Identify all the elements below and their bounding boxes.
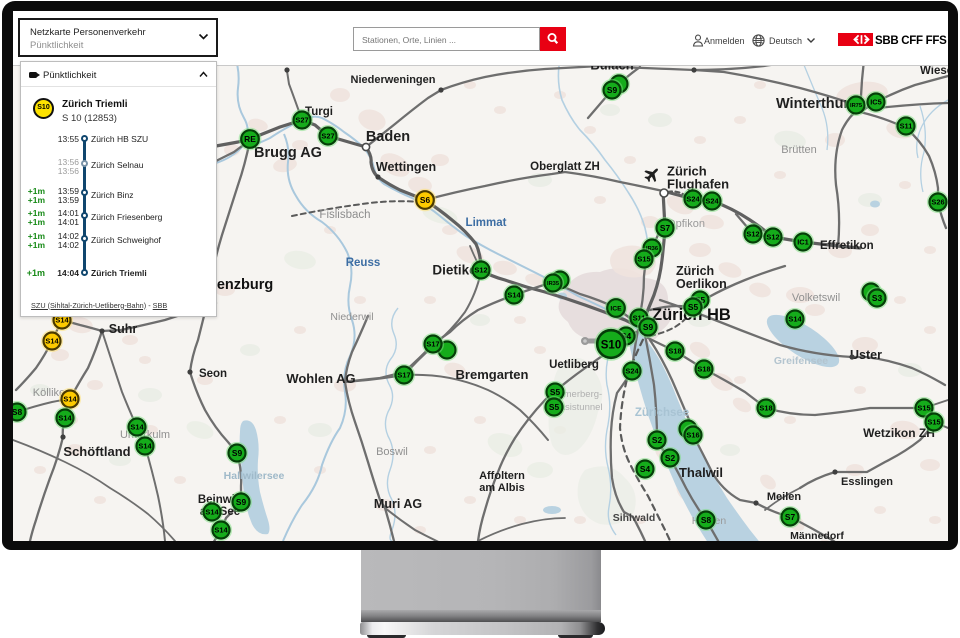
svg-text:S26: S26 xyxy=(931,198,944,207)
svg-text:S12: S12 xyxy=(474,266,487,275)
svg-text:S2: S2 xyxy=(665,453,676,463)
svg-text:Oberglatt ZH: Oberglatt ZH xyxy=(530,161,600,173)
svg-text:IC1: IC1 xyxy=(797,238,809,247)
svg-text:Wettingen: Wettingen xyxy=(376,160,436,174)
svg-text:Meilen: Meilen xyxy=(767,491,802,503)
svg-text:S10: S10 xyxy=(601,340,621,352)
svg-text:S5: S5 xyxy=(688,302,699,312)
svg-text:Suhr: Suhr xyxy=(109,322,138,336)
svg-text:Niederweningen: Niederweningen xyxy=(351,74,436,86)
svg-text:Bülach: Bülach xyxy=(590,66,633,73)
svg-text:S14: S14 xyxy=(45,337,59,346)
svg-text:Seon: Seon xyxy=(199,368,227,380)
svg-text:Zürichsee: Zürichsee xyxy=(635,407,689,419)
svg-text:S14: S14 xyxy=(58,414,72,423)
svg-text:Greifensee: Greifensee xyxy=(774,355,828,367)
svg-text:S8: S8 xyxy=(701,515,712,525)
svg-text:S9: S9 xyxy=(236,497,247,507)
svg-text:S8: S8 xyxy=(13,407,22,417)
svg-text:S9: S9 xyxy=(232,448,243,458)
svg-text:S9: S9 xyxy=(643,322,654,332)
svg-text:S27: S27 xyxy=(295,116,308,125)
svg-text:Muri AG: Muri AG xyxy=(374,497,422,511)
svg-text:Baden: Baden xyxy=(366,129,410,145)
svg-text:S18: S18 xyxy=(759,404,772,413)
svg-text:S18: S18 xyxy=(697,365,710,374)
svg-text:S7: S7 xyxy=(660,223,671,233)
svg-text:IR35: IR35 xyxy=(547,281,559,287)
svg-text:IR75: IR75 xyxy=(850,103,862,109)
svg-text:Affoltern: Affoltern xyxy=(479,470,525,482)
svg-text:Niederwil: Niederwil xyxy=(330,311,373,323)
svg-text:S12: S12 xyxy=(746,230,759,239)
svg-text:S15: S15 xyxy=(927,418,940,427)
svg-text:S14: S14 xyxy=(55,316,69,325)
svg-text:S15: S15 xyxy=(637,255,650,264)
svg-text:S3: S3 xyxy=(872,293,883,303)
svg-text:S14: S14 xyxy=(507,291,521,300)
svg-text:S24: S24 xyxy=(625,367,639,376)
svg-text:Wiesend: Wiesend xyxy=(920,66,948,77)
svg-text:am Albis: am Albis xyxy=(479,482,524,494)
svg-text:S17: S17 xyxy=(426,340,439,349)
svg-text:Esslingen: Esslingen xyxy=(841,476,893,488)
svg-text:S12: S12 xyxy=(766,233,779,242)
svg-text:Uster: Uster xyxy=(850,348,882,362)
svg-text:Thalwil: Thalwil xyxy=(679,465,723,480)
svg-text:S14: S14 xyxy=(63,395,77,404)
svg-text:S24: S24 xyxy=(686,195,700,204)
svg-text:S11: S11 xyxy=(900,122,913,131)
svg-text:IC5: IC5 xyxy=(870,98,882,107)
svg-text:Boswil: Boswil xyxy=(376,446,408,458)
svg-text:S6: S6 xyxy=(420,195,431,205)
svg-text:S5: S5 xyxy=(550,387,561,397)
svg-text:S27: S27 xyxy=(321,132,334,141)
svg-text:Limmat: Limmat xyxy=(466,217,507,229)
svg-text:S17: S17 xyxy=(397,371,410,380)
svg-text:Uetliberg: Uetliberg xyxy=(549,359,599,371)
svg-text:Zürich: Zürich xyxy=(676,264,714,278)
svg-text:S14: S14 xyxy=(138,442,152,451)
svg-text:Sihlwald: Sihlwald xyxy=(613,512,656,524)
svg-text:Brugg AG: Brugg AG xyxy=(254,145,322,161)
svg-text:Effretikon: Effretikon xyxy=(820,240,874,252)
svg-text:Brütten: Brütten xyxy=(781,144,816,156)
svg-text:Wetzikon ZH: Wetzikon ZH xyxy=(863,426,935,440)
svg-text:Bremgarten: Bremgarten xyxy=(456,367,529,382)
svg-text:Oerlikon: Oerlikon xyxy=(676,277,727,291)
svg-text:S24: S24 xyxy=(705,197,719,206)
svg-text:RE: RE xyxy=(244,134,256,144)
svg-text:Wohlen AG: Wohlen AG xyxy=(286,371,355,386)
svg-text:S14: S14 xyxy=(205,508,219,517)
svg-text:Fislisbach: Fislisbach xyxy=(319,209,370,221)
svg-text:S2: S2 xyxy=(652,435,663,445)
svg-text:S14: S14 xyxy=(130,423,144,432)
svg-text:S14: S14 xyxy=(214,526,228,535)
svg-text:S4: S4 xyxy=(640,464,651,474)
svg-text:Männedorf: Männedorf xyxy=(790,530,844,541)
svg-text:S18: S18 xyxy=(668,347,681,356)
svg-text:Lenzburg: Lenzburg xyxy=(208,277,273,293)
svg-text:S9: S9 xyxy=(607,85,618,95)
svg-text:S16: S16 xyxy=(686,431,699,440)
svg-text:S14: S14 xyxy=(788,315,802,324)
svg-text:Reuss: Reuss xyxy=(346,257,381,269)
svg-text:S15: S15 xyxy=(917,404,930,413)
svg-text:Volketswil: Volketswil xyxy=(792,292,840,304)
svg-text:ICE: ICE xyxy=(610,305,622,312)
svg-text:Schöftland: Schöftland xyxy=(63,444,130,459)
svg-text:Winterthur: Winterthur xyxy=(776,96,850,112)
svg-text:S7: S7 xyxy=(785,512,796,522)
svg-text:S5: S5 xyxy=(549,402,560,412)
svg-text:Hallwilersee: Hallwilersee xyxy=(224,470,285,482)
